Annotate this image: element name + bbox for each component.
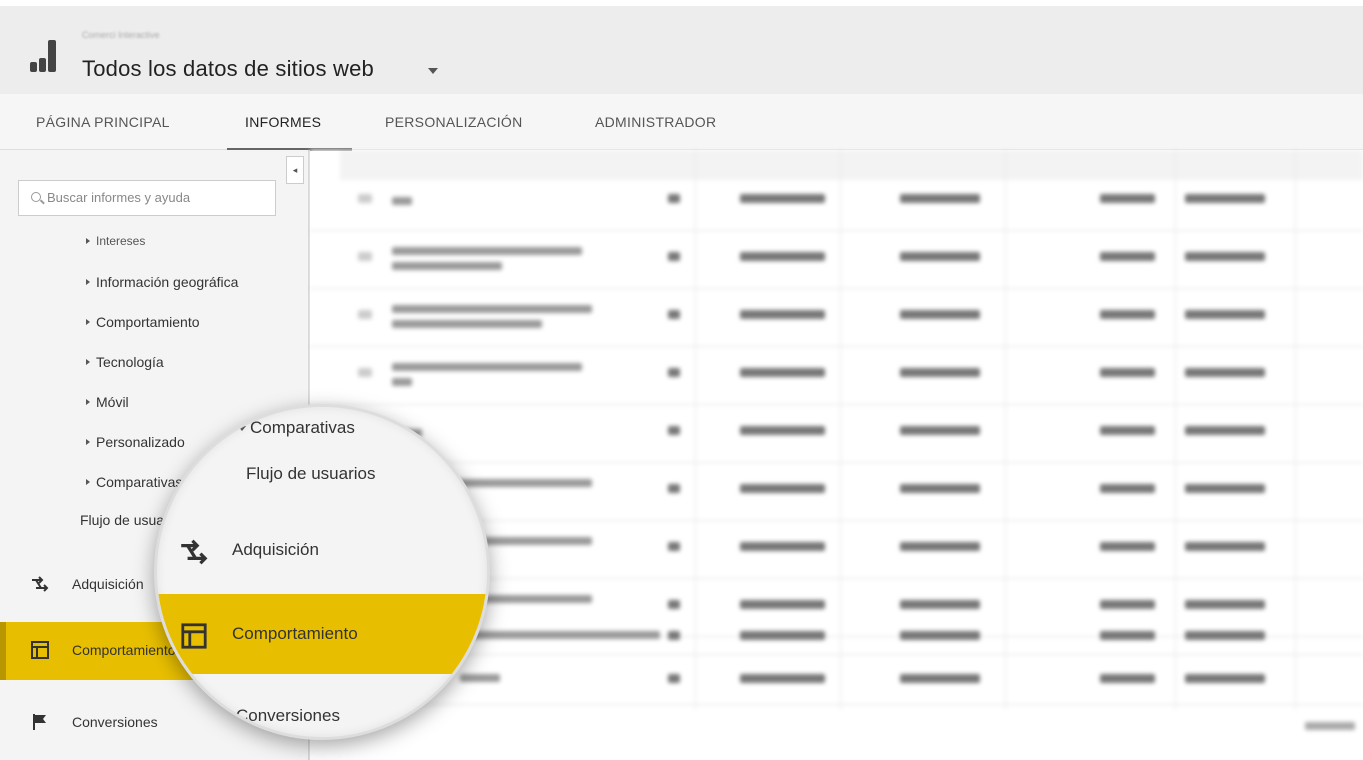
tab-reports[interactable]: INFORMES: [245, 114, 321, 130]
expand-arrow-icon: [86, 319, 90, 326]
expand-arrow-icon: [86, 439, 90, 446]
tab-customization[interactable]: PERSONALIZACIÓN: [385, 114, 523, 130]
expand-arrow-icon: [238, 426, 246, 432]
flag-icon: [33, 714, 46, 730]
behavior-icon: [31, 641, 49, 659]
table-row[interactable]: [310, 346, 1363, 405]
tab-home[interactable]: PÁGINA PRINCIPAL: [36, 114, 170, 130]
header-bar: Comerci Interactive Todos los datos de s…: [0, 0, 1363, 94]
expand-arrow-icon: [86, 399, 90, 406]
sidebar-item-label: Adquisición: [72, 576, 144, 592]
account-name: Comerci Interactive: [82, 30, 160, 40]
analytics-logo-icon: [30, 40, 56, 72]
magnified-item-users-flow: Flujo de usuarios: [246, 464, 376, 483]
sidebar-item-geo[interactable]: Información geográfica: [86, 274, 238, 290]
search-icon: [31, 192, 41, 202]
tab-admin[interactable]: ADMINISTRADOR: [595, 114, 716, 130]
magnified-item-benchmarks: Comparativas: [238, 418, 355, 438]
magnified-item-conversions: Conversiones: [236, 706, 340, 725]
sidebar-item-mobile[interactable]: Móvil: [86, 394, 129, 410]
acquisition-icon: [32, 576, 49, 592]
collapse-sidebar-button[interactable]: ◂: [286, 156, 304, 184]
table-row[interactable]: [310, 172, 1363, 231]
property-selector[interactable]: Todos los datos de sitios web: [82, 56, 374, 82]
expand-arrow-icon: [86, 237, 90, 244]
magnifier-lens: Comparativas Flujo de usuarios Adquisici…: [154, 404, 490, 740]
expand-arrow-icon: [86, 279, 90, 286]
acquisition-icon: [181, 539, 208, 565]
search-input[interactable]: [45, 189, 269, 206]
magnified-item-behavior: Comportamiento: [232, 624, 358, 643]
expand-arrow-icon: [86, 359, 90, 366]
report-search[interactable]: [18, 180, 276, 216]
expand-arrow-icon: [86, 479, 90, 486]
magnified-item-acquisition: Adquisición: [232, 540, 319, 559]
sidebar-item-behavior-sub[interactable]: Comportamiento: [86, 314, 200, 330]
sidebar-item-technology[interactable]: Tecnología: [86, 354, 164, 370]
sidebar-item-label: Conversiones: [72, 714, 158, 730]
table-row[interactable]: [310, 288, 1363, 347]
behavior-icon: [181, 623, 207, 649]
main-nav: PÁGINA PRINCIPAL INFORMES PERSONALIZACIÓ…: [0, 94, 1363, 151]
caret-down-icon[interactable]: [428, 68, 438, 74]
sidebar-item-interests[interactable]: Intereses: [86, 234, 145, 248]
table-row[interactable]: [310, 230, 1363, 289]
